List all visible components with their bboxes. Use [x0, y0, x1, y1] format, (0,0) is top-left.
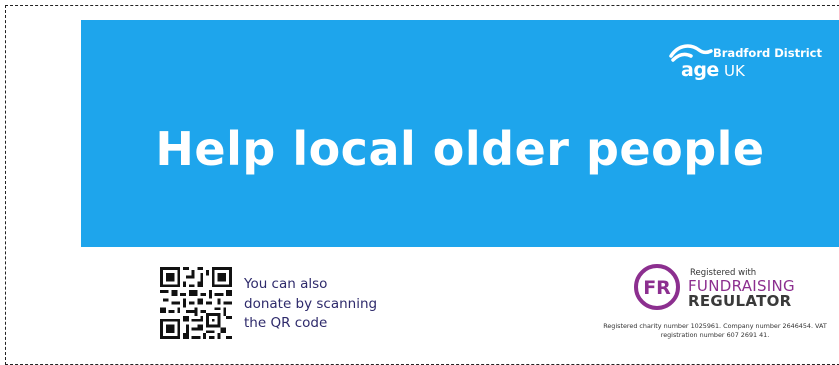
logo-uk-text: UK	[724, 62, 745, 80]
headline: Help local older people	[155, 122, 765, 176]
qr-text-line-1: You can also	[244, 276, 328, 292]
fundraising-regulator-badge-icon: FR	[634, 264, 680, 310]
qr-text-line-2: donate by scanning	[244, 295, 378, 312]
logo-district-text: Bradford District	[713, 46, 822, 60]
charity-line-2: registration number 607 2691 41.	[660, 331, 770, 339]
charity-line-1: Registered charity number 1025961. Compa…	[603, 322, 827, 330]
age-uk-logo: Bradford District age UK	[669, 42, 839, 82]
banner: Bradford District age UK Help local olde…	[81, 20, 839, 247]
qr-code[interactable]	[160, 267, 232, 339]
logo-age-text: age	[681, 59, 719, 81]
charity-registration-info: Registered charity number 1025961. Compa…	[600, 322, 830, 340]
qr-text-line-3: the QR code	[244, 315, 328, 331]
qr-instructions: You can also donate by scanning the QR c…	[244, 275, 377, 334]
fr-badge-text: FR	[643, 277, 671, 299]
regulator-regulator-text: REGULATOR	[688, 292, 792, 310]
